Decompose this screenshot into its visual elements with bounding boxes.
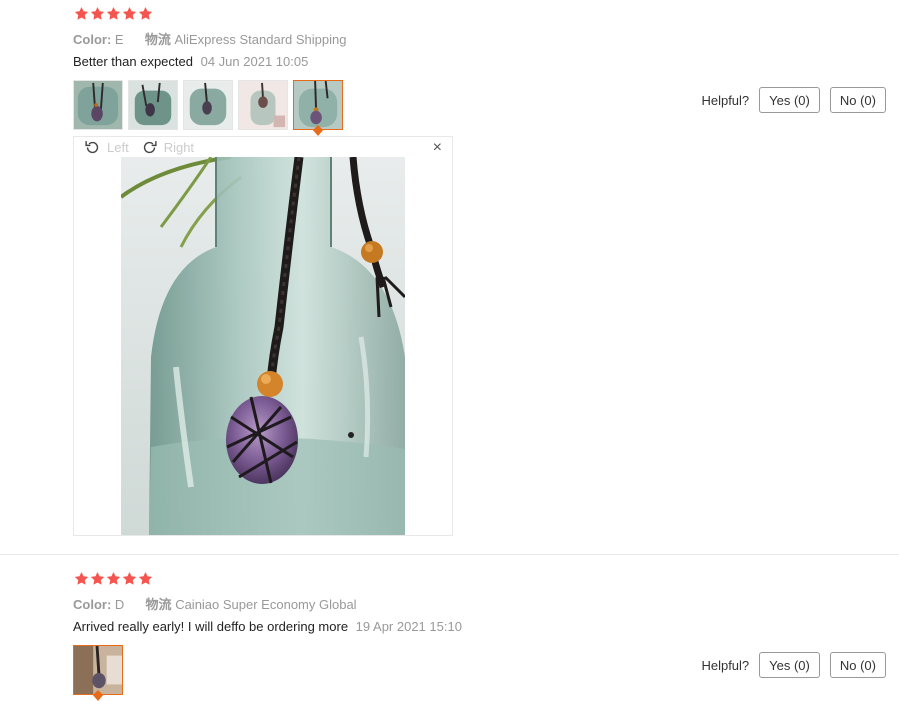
photo-thumbnail[interactable] (238, 80, 288, 130)
color-value: D (114, 597, 125, 612)
review-meta: Color: D 物流 Cainiao Super Economy Global (73, 594, 357, 613)
review-item: Color: D 物流 Cainiao Super Economy Global… (0, 556, 899, 701)
rotate-right-label: Right (163, 140, 195, 155)
logistics-value: AliExpress Standard Shipping (174, 32, 347, 47)
review-photo-thumbnails (73, 645, 123, 695)
rotate-right-icon (143, 141, 157, 154)
review-photo-large (121, 157, 405, 535)
helpful-no-button[interactable]: No (0) (829, 87, 886, 113)
logistics-key: 物流 (144, 32, 171, 47)
star-icon (74, 571, 89, 586)
star-icon (74, 6, 89, 21)
review-date: 19 Apr 2021 15:10 (355, 619, 462, 634)
close-icon[interactable]: × (433, 139, 442, 157)
helpful-vote: Helpful? Yes (0) No (0) (701, 87, 886, 113)
review-meta: Color: E 物流 AliExpress Standard Shipping (73, 29, 346, 48)
review-date: 04 Jun 2021 10:05 (200, 54, 309, 69)
star-icon (106, 571, 121, 586)
helpful-yes-button[interactable]: Yes (0) (759, 652, 820, 678)
star-rating (74, 571, 153, 586)
review-photo-thumbnails (73, 80, 343, 130)
color-key: Color: (73, 32, 112, 47)
thumbnail-image (239, 81, 287, 129)
photo-thumbnail[interactable] (183, 80, 233, 130)
rotate-left-label: Left (107, 140, 129, 155)
review-text: Better than expected 04 Jun 2021 10:05 (73, 54, 308, 69)
star-icon (122, 571, 137, 586)
photo-thumbnail[interactable] (73, 80, 123, 130)
photo-thumbnail-selected[interactable] (73, 645, 123, 695)
helpful-label: Helpful? (701, 657, 750, 673)
star-icon (122, 6, 137, 21)
viewer-toolbar: Left Right (84, 139, 194, 156)
helpful-vote: Helpful? Yes (0) No (0) (701, 652, 886, 678)
star-icon (138, 571, 153, 586)
logistics-value: Cainiao Super Economy Global (175, 597, 357, 612)
helpful-yes-button[interactable]: Yes (0) (759, 87, 820, 113)
star-icon (106, 6, 121, 21)
photo-thumbnail[interactable] (128, 80, 178, 130)
thumbnail-image (74, 646, 122, 694)
star-icon (138, 6, 153, 21)
color-key: Color: (73, 597, 112, 612)
helpful-label: Helpful? (701, 92, 750, 108)
color-value: E (114, 32, 124, 47)
selected-thumbnail-indicator (312, 129, 324, 136)
selected-thumbnail-indicator (92, 694, 104, 701)
helpful-no-button[interactable]: No (0) (829, 652, 886, 678)
photo-viewer: Left Right × (73, 136, 453, 536)
thumbnail-image (294, 81, 342, 129)
review-content: Arrived really early! I will deffo be or… (73, 619, 349, 634)
review-item: Color: E 物流 AliExpress Standard Shipping… (0, 0, 899, 555)
thumbnail-image (74, 81, 122, 129)
rotate-right-button[interactable]: Right (141, 139, 194, 156)
photo-thumbnail-selected[interactable] (293, 80, 343, 130)
review-content: Better than expected (73, 54, 193, 69)
product-photo (121, 157, 405, 535)
thumbnail-image (184, 81, 232, 129)
review-text: Arrived really early! I will deffo be or… (73, 619, 462, 634)
thumbnail-image (129, 81, 177, 129)
star-icon (90, 571, 105, 586)
star-icon (90, 6, 105, 21)
rotate-left-icon (85, 141, 99, 154)
rotate-left-button[interactable]: Left (84, 139, 129, 156)
star-rating (74, 6, 153, 21)
logistics-key: 物流 (145, 597, 172, 612)
